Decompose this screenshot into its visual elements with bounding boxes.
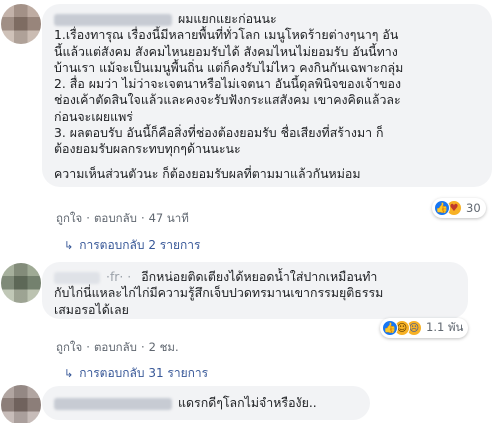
reaction-count: 30 xyxy=(466,201,481,215)
like-icon: 👍 xyxy=(434,200,450,216)
reactions-summary[interactable]: 👍 ♥ 30 xyxy=(432,198,486,218)
comment-bubble: ผมแยกแยะก่อนนะ 1.เรื่องทารุณ เรื่องนี้มี… xyxy=(42,4,492,187)
reply-arrow-icon: ↳ xyxy=(64,367,74,380)
comment-bubble: ·fr· · อีกหน่อยติดเตียงได้หยอดน้ำใส่ปากเห… xyxy=(42,262,468,319)
reaction-count: 1.1 พัน xyxy=(426,320,464,334)
comment-actions: ถูกใจ · ตอบกลับ · 2 ชม. xyxy=(56,340,179,354)
like-button[interactable]: ถูกใจ xyxy=(56,340,82,354)
view-replies-link[interactable]: ↳ การตอบกลับ 31 รายการ xyxy=(64,364,208,383)
commenter-name[interactable] xyxy=(54,397,172,410)
comment-text: ผมแยกแยะก่อนนะ 1.เรื่องทารุณ เรื่องนี้มี… xyxy=(54,11,404,181)
reply-button[interactable]: ตอบกลับ xyxy=(94,211,137,225)
commenter-name[interactable] xyxy=(54,271,100,284)
comment-actions: ถูกใจ · ตอบกลับ · 47 นาที xyxy=(56,211,189,225)
timestamp[interactable]: 2 ชม. xyxy=(149,340,179,354)
like-button[interactable]: ถูกใจ xyxy=(56,211,82,225)
reply-button[interactable]: ตอบกลับ xyxy=(94,340,137,354)
view-replies-link[interactable]: ↳ การตอบกลับ 2 รายการ xyxy=(64,236,200,255)
avatar[interactable] xyxy=(1,263,41,303)
reply-arrow-icon: ↳ xyxy=(64,239,74,252)
comment-text: แดรกดีๆโลกไม่จำหรืองัย.. xyxy=(54,393,358,411)
reactions-summary[interactable]: 👍 ☺ ☹ 1.1 พัน xyxy=(380,318,469,338)
commenter-name-partial: ·fr· · xyxy=(106,269,132,284)
avatar[interactable] xyxy=(1,4,41,44)
comment-text: ·fr· · อีกหน่อยติดเตียงได้หยอดน้ำใส่ปากเห… xyxy=(54,269,384,317)
avatar[interactable] xyxy=(1,385,41,423)
comment-bubble: แดรกดีๆโลกไม่จำหรืองัย.. xyxy=(42,386,370,420)
timestamp[interactable]: 47 นาที xyxy=(149,211,189,225)
commenter-name[interactable] xyxy=(54,13,172,26)
like-icon: 👍 xyxy=(382,320,398,336)
